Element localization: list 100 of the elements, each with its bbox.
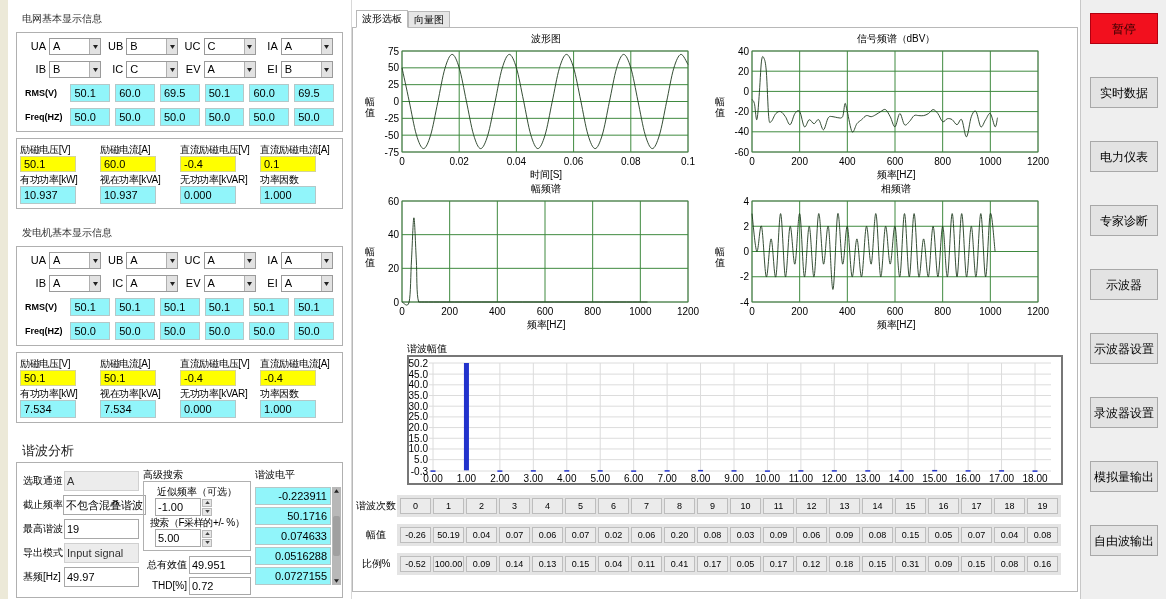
dropdown[interactable]: A: [280, 275, 333, 292]
readout-field: 50.1: [20, 156, 76, 172]
dropdown[interactable]: C: [126, 61, 179, 78]
table-cell: 13: [829, 498, 860, 514]
input-field[interactable]: 49.97: [64, 567, 139, 587]
dropdown[interactable]: A: [203, 61, 256, 78]
field-label: 最高谐波: [23, 523, 64, 535]
readout-field: 50.1: [159, 298, 200, 316]
dropdown[interactable]: B: [126, 38, 179, 55]
tick-label: 5.0: [414, 454, 428, 466]
list-item: 0.0727155: [255, 567, 331, 585]
spin-down-button[interactable]: [202, 538, 212, 547]
table-cell: -0.26: [400, 527, 431, 543]
field-label: UA: [29, 40, 47, 53]
field-label: 截止频率: [23, 499, 63, 511]
tick-label: 12.00: [821, 473, 847, 484]
tick-label: 0: [392, 96, 399, 107]
input-field[interactable]: 19: [64, 519, 139, 539]
spin-down-button[interactable]: [202, 507, 212, 516]
dropdown[interactable]: A: [49, 252, 101, 269]
table-cell: 0.06: [796, 527, 827, 543]
nav-button[interactable]: 实时数据: [1089, 77, 1158, 108]
tab[interactable]: 波形选板: [356, 10, 408, 28]
tick-label: 40: [737, 45, 749, 57]
row-label: Freq(HZ): [25, 111, 64, 123]
nav-button[interactable]: 示波器设置: [1089, 333, 1158, 364]
section-title: 电网基本显示信息: [22, 13, 103, 25]
tick-label: 10.0: [408, 443, 428, 455]
tick-label: 1000: [978, 156, 1001, 167]
table-cell: 0.08: [697, 527, 728, 543]
nav-button[interactable]: 暂停: [1089, 13, 1158, 44]
readout-field: 50.1: [249, 298, 290, 316]
spin-up-button[interactable]: [202, 498, 212, 507]
field-label: 有功功率[kW]: [20, 387, 79, 400]
dropdown[interactable]: A: [49, 275, 101, 292]
field-label: IA: [266, 254, 279, 267]
tick-label: 4.00: [557, 473, 577, 484]
table-cell: 0.15: [862, 556, 893, 572]
dropdown[interactable]: A: [126, 275, 179, 292]
readout-field: 50.1: [294, 298, 334, 316]
nav-button[interactable]: 自由波输出: [1089, 525, 1158, 556]
nav-button[interactable]: 录波器设置: [1089, 397, 1158, 428]
dropdown[interactable]: A: [203, 252, 256, 269]
readout-field: 50.0: [70, 108, 111, 126]
dropdown[interactable]: A: [49, 38, 101, 55]
dropdown[interactable]: A: [126, 252, 179, 269]
scroll-thumb[interactable]: [333, 516, 340, 556]
tick-label: 5.00: [590, 473, 610, 484]
chart-title: 幅频谱: [531, 183, 561, 195]
caret-icon: [324, 67, 330, 72]
table-cell: -0.52: [400, 556, 431, 572]
tick-label: 7.00: [657, 473, 677, 484]
field-label: 励磁电压[V]: [20, 143, 72, 156]
field-label: 励磁电流[A]: [100, 357, 152, 370]
nav-button[interactable]: 电力仪表: [1089, 141, 1158, 172]
dropdown[interactable]: A: [203, 275, 256, 292]
input-field[interactable]: 不包含混叠谐波: [63, 495, 146, 515]
tick-label: 40: [387, 229, 399, 241]
dropdown[interactable]: B: [49, 61, 101, 78]
dropdown[interactable]: B: [280, 61, 333, 78]
table-cell: 8: [664, 498, 695, 514]
tick-label: 15.00: [922, 473, 948, 484]
spin-up-button[interactable]: [202, 529, 212, 538]
table-cell: 12: [796, 498, 827, 514]
nav-button[interactable]: 模拟量输出: [1089, 461, 1158, 492]
table-cell: 0.14: [499, 556, 530, 572]
input-field[interactable]: -1.00: [155, 498, 201, 516]
tick-label: 0: [748, 306, 755, 317]
row-label: RMS(V): [25, 87, 58, 99]
tick-label: 2: [742, 220, 749, 232]
field-label: 基频[Hz]: [23, 571, 62, 583]
field-label: EI: [266, 277, 279, 290]
nav-button[interactable]: 示波器: [1089, 269, 1158, 300]
row-label: 幅值: [365, 529, 387, 541]
row-label: RMS(V): [25, 301, 58, 313]
readout-field: 1.000: [260, 186, 316, 204]
table-cell: 0.06: [631, 527, 662, 543]
readout-field: 50.0: [159, 108, 200, 126]
scrollbar[interactable]: [332, 487, 341, 585]
tick-label: 30.0: [408, 400, 428, 412]
tick-label: 0: [748, 156, 755, 167]
table-cell: 6: [598, 498, 629, 514]
tick-label: -20: [734, 106, 749, 118]
chart-title: 谐波幅值: [407, 343, 448, 355]
dropdown[interactable]: A: [280, 252, 333, 269]
readout-field: 50.1: [204, 84, 245, 102]
dropdown[interactable]: A: [280, 38, 333, 55]
tick-label: 0.02: [448, 156, 469, 167]
table-cell: 0.41: [664, 556, 695, 572]
chart-title: 相频谱: [881, 183, 911, 195]
input-field[interactable]: 5.00: [155, 529, 201, 547]
tick-label: 45.0: [408, 368, 428, 380]
field-label: 励磁电压[V]: [20, 357, 72, 370]
dropdown[interactable]: C: [203, 38, 256, 55]
field-label: 有功功率[kW]: [20, 173, 79, 186]
table-cell: 0.09: [928, 556, 959, 572]
table-cell: 0.13: [532, 556, 563, 572]
nav-button[interactable]: 专家诊断: [1089, 205, 1158, 236]
tick-label: 200: [790, 306, 808, 317]
tick-label: -75: [384, 146, 399, 158]
